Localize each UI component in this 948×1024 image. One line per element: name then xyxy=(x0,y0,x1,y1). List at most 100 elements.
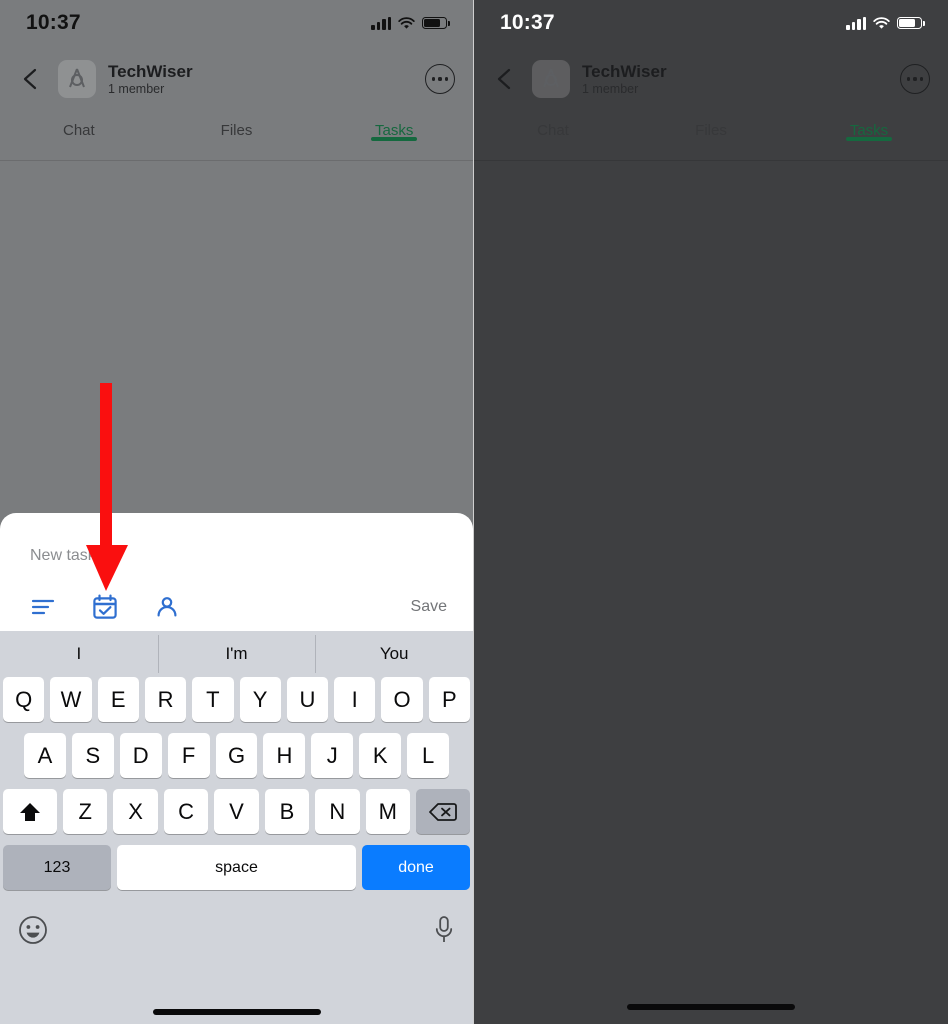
key-i[interactable]: I xyxy=(334,677,376,722)
key-r[interactable]: R xyxy=(144,677,187,722)
ios-keyboard: I I'm You Q W E R T Y U I O P A S D F G … xyxy=(0,631,473,1024)
tab-tasks[interactable]: Tasks xyxy=(790,112,948,139)
tab-files[interactable]: Files xyxy=(158,112,316,139)
battery-icon xyxy=(422,17,450,29)
cellular-bars-icon xyxy=(371,16,391,30)
person-icon[interactable] xyxy=(150,590,184,624)
key-c[interactable]: C xyxy=(163,789,209,834)
key-l[interactable]: L xyxy=(407,733,450,778)
tab-chat-label: Chat xyxy=(537,122,569,139)
tab-files-label: Files xyxy=(695,122,727,139)
emoji-smiley-icon[interactable] xyxy=(18,915,48,950)
keyboard-bottom-bar xyxy=(0,901,473,963)
more-options-icon[interactable] xyxy=(425,64,455,94)
numbers-key[interactable]: 123 xyxy=(3,845,111,890)
keyboard-row-3: Z X C V B N M xyxy=(0,789,473,834)
tab-chat[interactable]: Chat xyxy=(0,112,158,139)
status-bar: 10:37 xyxy=(474,0,948,46)
key-b[interactable]: B xyxy=(264,789,310,834)
navigation-bar: TechWiser 1 member xyxy=(0,46,473,112)
conversation-name: TechWiser xyxy=(108,61,193,81)
done-key[interactable]: done xyxy=(362,845,470,890)
key-e[interactable]: E xyxy=(97,677,139,722)
key-w[interactable]: W xyxy=(50,677,92,722)
key-m[interactable]: M xyxy=(365,789,410,834)
calendar-check-icon[interactable] xyxy=(88,590,122,624)
home-indicator xyxy=(627,1004,795,1010)
more-options-icon[interactable] xyxy=(900,64,930,94)
status-icons xyxy=(846,16,925,30)
tab-tasks-label: Tasks xyxy=(849,122,889,139)
cellular-bars-icon xyxy=(846,16,866,30)
tab-files[interactable]: Files xyxy=(632,112,790,139)
key-h[interactable]: H xyxy=(263,733,306,778)
tab-bar-divider xyxy=(0,160,473,161)
member-count: 1 member xyxy=(582,82,639,97)
conversation-name: TechWiser xyxy=(582,61,667,81)
key-o[interactable]: O xyxy=(381,677,423,722)
status-icons xyxy=(371,16,450,30)
wifi-icon xyxy=(398,16,415,30)
home-indicator xyxy=(152,1009,321,1015)
key-n[interactable]: N xyxy=(315,789,360,834)
microphone-icon[interactable] xyxy=(433,915,455,950)
status-time: 10:37 xyxy=(26,11,81,34)
key-x[interactable]: X xyxy=(113,789,158,834)
key-j[interactable]: J xyxy=(311,733,354,778)
key-s[interactable]: S xyxy=(71,733,114,778)
right-phone-screen: 10:37 TechWiser 1 member Chat Files Task… xyxy=(474,0,948,1024)
conversation-title-block: TechWiser 1 member xyxy=(582,62,667,97)
save-button[interactable]: Save xyxy=(411,598,447,616)
wifi-icon xyxy=(873,16,890,30)
backspace-icon xyxy=(429,802,457,821)
key-z[interactable]: Z xyxy=(63,789,108,834)
prediction-3[interactable]: You xyxy=(315,635,473,673)
keyboard-row-1: Q W E R T Y U I O P xyxy=(0,677,473,722)
key-g[interactable]: G xyxy=(215,733,258,778)
shift-arrow-icon xyxy=(20,802,41,821)
status-time: 10:37 xyxy=(500,11,555,34)
tab-bar-divider xyxy=(474,160,948,161)
tab-chat[interactable]: Chat xyxy=(474,112,632,139)
left-phone-screen: 10:37 TechWiser 1 member Chat Files Task… xyxy=(0,0,474,1024)
key-u[interactable]: U xyxy=(286,677,329,722)
new-task-input[interactable]: New task xyxy=(30,547,443,565)
key-v[interactable]: V xyxy=(214,789,259,834)
prediction-1[interactable]: I xyxy=(0,644,158,664)
techwiser-logo-icon[interactable] xyxy=(58,60,96,98)
tab-files-label: Files xyxy=(220,122,253,139)
back-chevron-icon[interactable] xyxy=(18,66,44,92)
keyboard-row-2: A S D F G H J K L xyxy=(0,733,473,778)
screenshot-pair: 10:37 TechWiser 1 member Chat Files Task… xyxy=(0,0,948,1024)
tab-bar: Chat Files Tasks xyxy=(474,112,948,160)
shift-key[interactable] xyxy=(3,789,58,834)
new-task-sheet: New task Save xyxy=(0,513,473,631)
key-d[interactable]: D xyxy=(119,733,162,778)
key-y[interactable]: Y xyxy=(239,677,281,722)
key-p[interactable]: P xyxy=(428,677,470,722)
tab-chat-label: Chat xyxy=(62,122,95,139)
new-task-toolbar: Save xyxy=(26,589,447,625)
member-count: 1 member xyxy=(108,82,165,97)
key-t[interactable]: T xyxy=(192,677,234,722)
key-a[interactable]: A xyxy=(24,733,66,778)
techwiser-logo-icon[interactable] xyxy=(532,60,570,98)
tab-tasks[interactable]: Tasks xyxy=(315,112,473,139)
new-task-placeholder: New task xyxy=(30,547,96,564)
backspace-key[interactable] xyxy=(415,789,470,834)
battery-icon xyxy=(897,17,925,29)
key-k[interactable]: K xyxy=(359,733,402,778)
space-key[interactable]: space xyxy=(117,845,356,890)
back-chevron-icon[interactable] xyxy=(492,66,518,92)
keyboard-row-4: 123 space done xyxy=(0,845,473,890)
navigation-bar: TechWiser 1 member xyxy=(474,46,948,112)
key-f[interactable]: F xyxy=(167,733,210,778)
tab-bar: Chat Files Tasks xyxy=(0,112,473,160)
description-lines-icon[interactable] xyxy=(26,590,60,624)
key-q[interactable]: Q xyxy=(3,677,45,722)
tab-tasks-label: Tasks xyxy=(375,122,414,139)
status-bar: 10:37 xyxy=(0,0,473,46)
prediction-2[interactable]: I'm xyxy=(157,635,316,673)
predictive-text-bar: I I'm You xyxy=(0,631,473,677)
conversation-title-block: TechWiser 1 member xyxy=(108,62,193,97)
